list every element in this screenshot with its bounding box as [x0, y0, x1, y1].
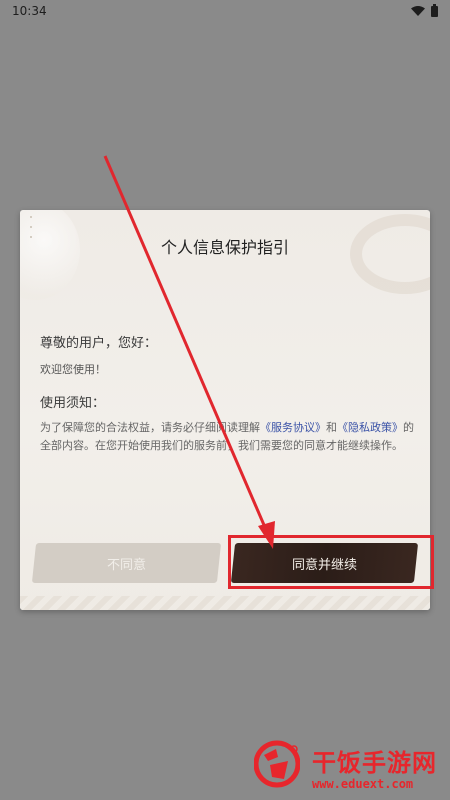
dialog-title: 个人信息保护指引 [160, 238, 289, 257]
wifi-icon [411, 6, 425, 16]
watermark-logo [254, 740, 300, 788]
watermark: 干饭手游网 www.eduext.com [244, 735, 450, 800]
dialog-footer-pattern [20, 596, 430, 610]
notice-heading: 使用须知： [40, 396, 106, 411]
status-bar: 10:34 [0, 0, 450, 22]
service-agreement-link[interactable]: 《服务协议》 [260, 421, 326, 434]
watermark-name: 干饭手游网 [312, 749, 437, 777]
welcome-text: 欢迎您使用！ [40, 363, 106, 376]
status-time: 10:34 [12, 4, 47, 18]
notice-text-1: 为了保障您的合法权益，请务必仔细阅读理解 [40, 421, 260, 434]
watermark-url: www.eduext.com [312, 777, 414, 791]
disagree-button[interactable]: 不同意 [31, 543, 222, 583]
notice-body: 为了保障您的合法权益，请务必仔细阅读理解《服务协议》和《隐私政策》的全部内容。在… [40, 419, 416, 455]
annotation-highlight-box [228, 535, 434, 589]
greeting-text: 尊敬的用户，您好： [40, 336, 158, 351]
privacy-policy-link[interactable]: 《隐私政策》 [337, 421, 403, 434]
battery-icon [431, 3, 438, 17]
notice-and: 和 [326, 421, 337, 434]
status-icons [411, 3, 438, 17]
disagree-label: 不同意 [106, 557, 146, 573]
